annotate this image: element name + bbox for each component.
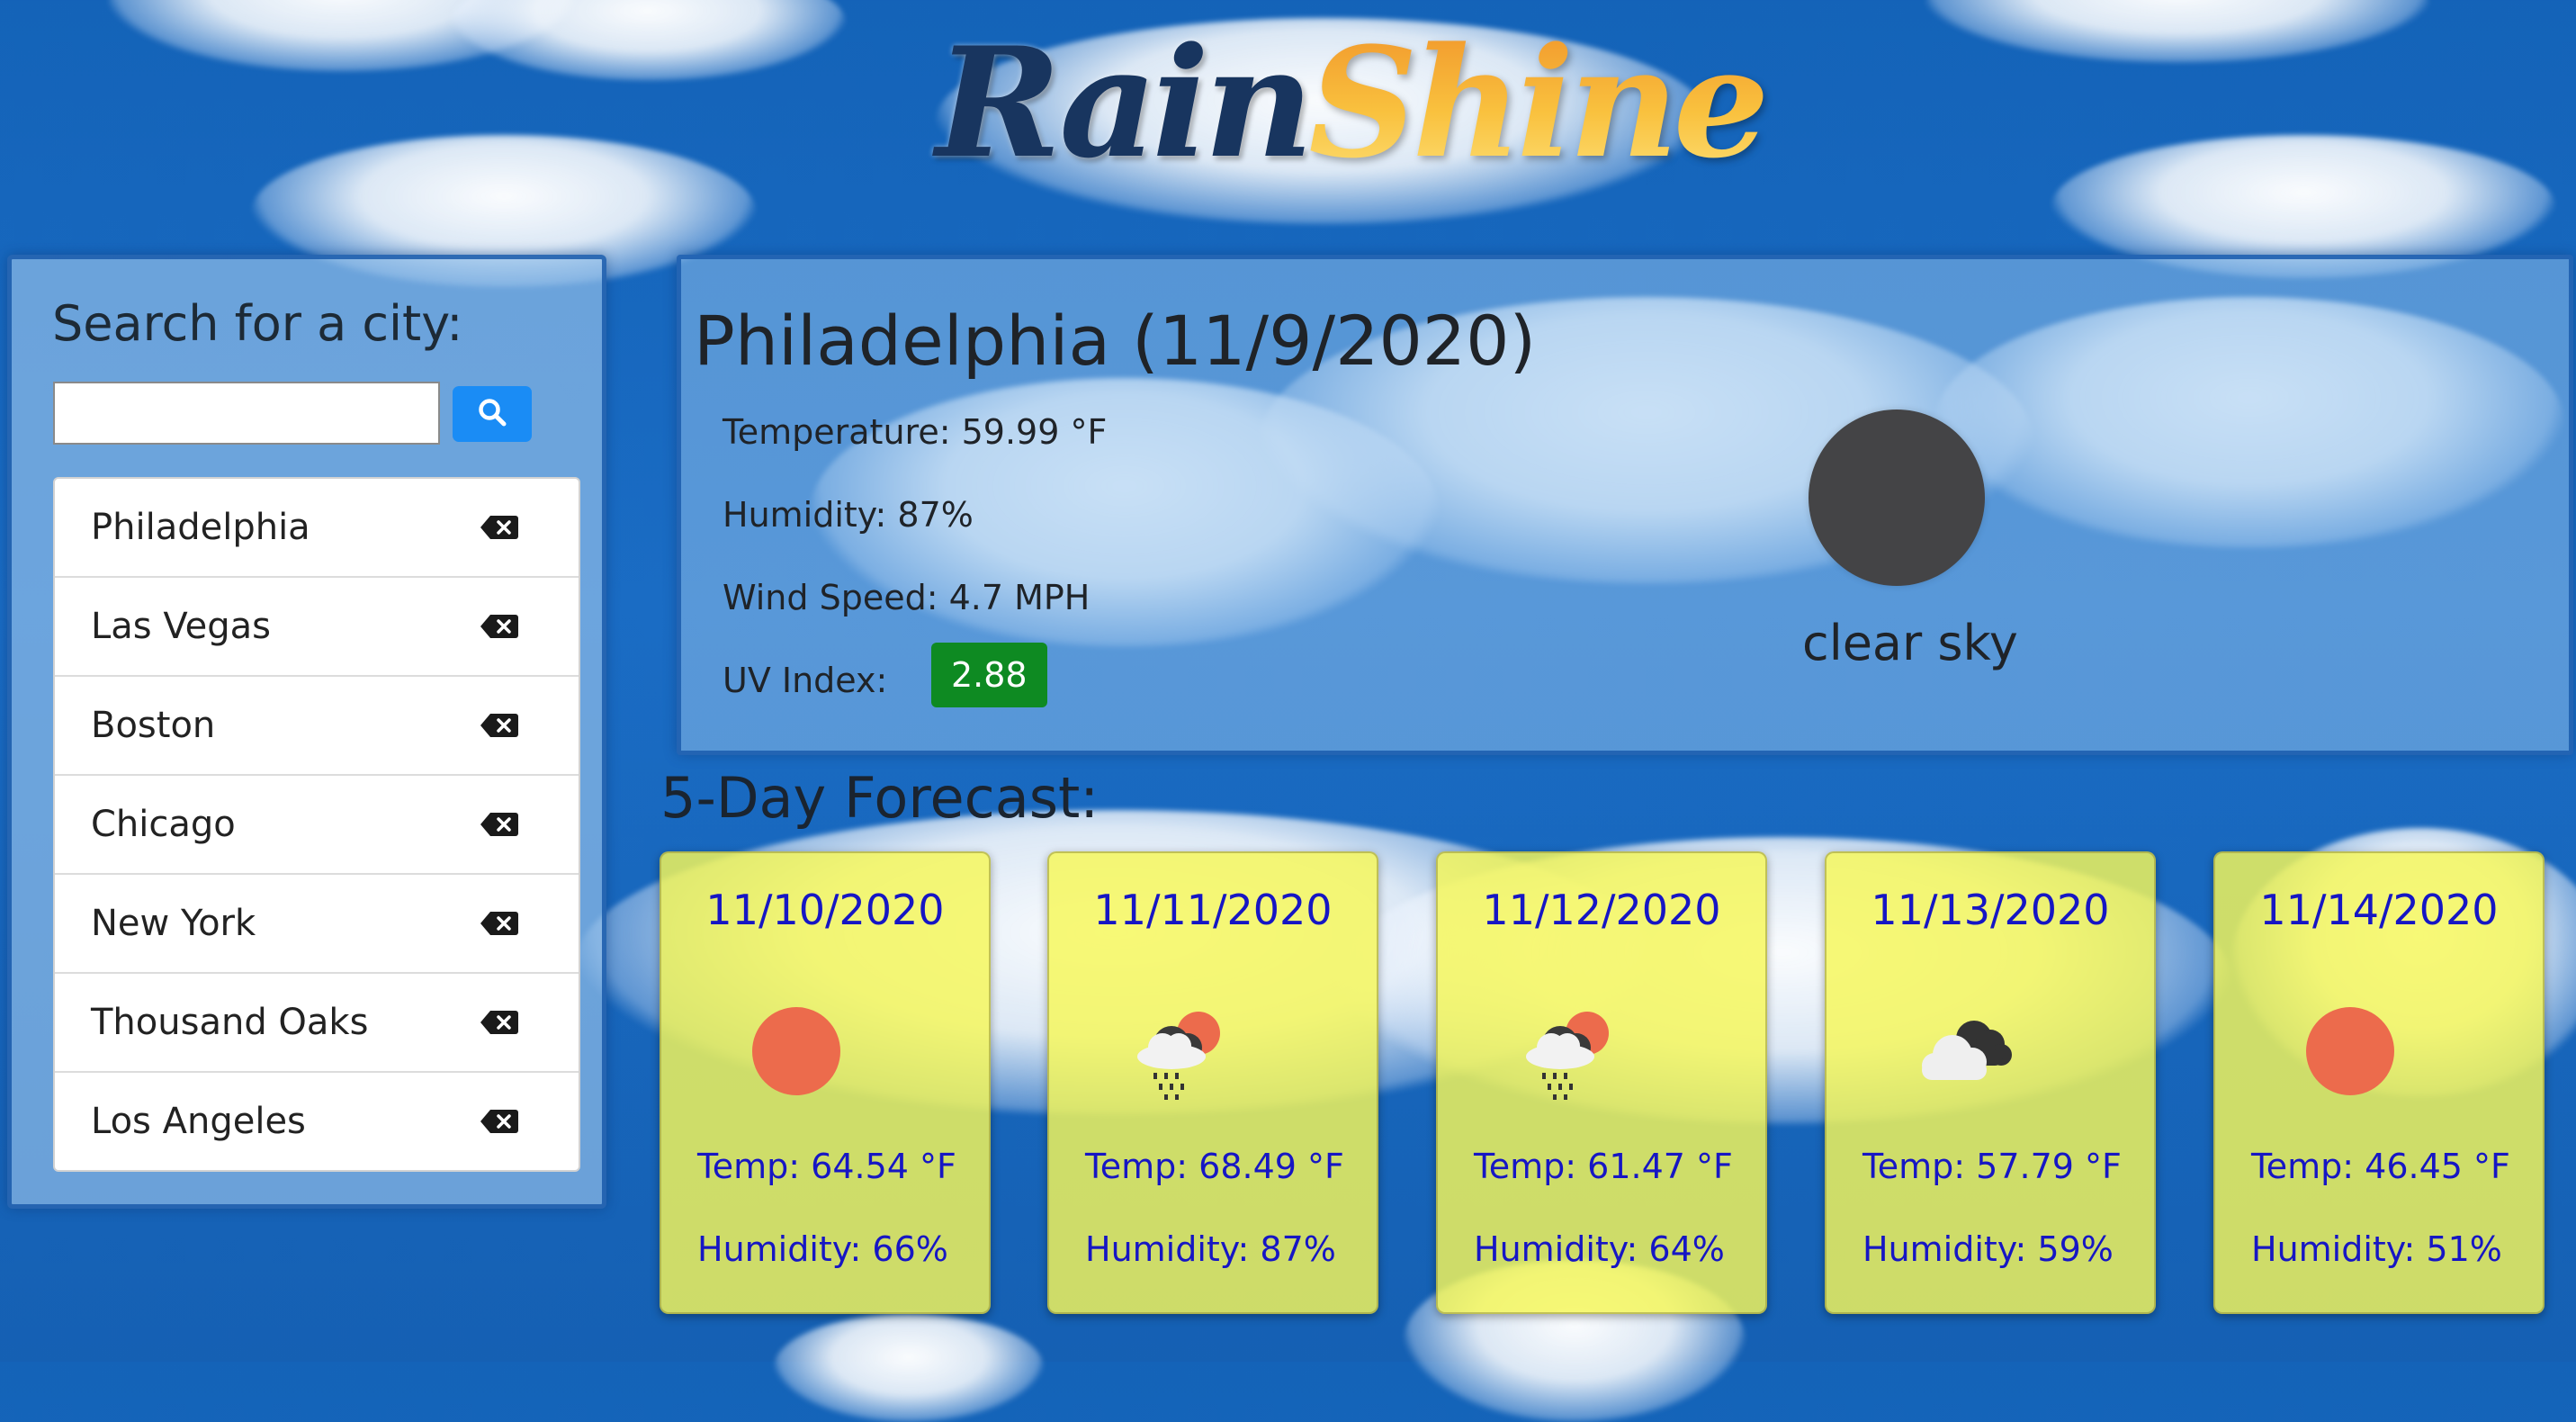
city-history-item[interactable]: Philadelphia — [55, 479, 579, 578]
sun-icon — [2293, 997, 2410, 1105]
backspace-delete-icon[interactable] — [480, 911, 519, 936]
city-name: Boston — [91, 705, 216, 746]
logo-shine-text: Shine — [1308, 14, 1769, 192]
forecast-card: 11/12/2020 Temp: 61.47 °F Humidity: 64% — [1436, 851, 1767, 1314]
forecast-date: 11/12/2020 — [1482, 886, 1721, 934]
app-logo: RainShine — [936, 4, 1770, 202]
current-humidity: Humidity: 87% — [723, 495, 974, 535]
city-name: Las Vegas — [91, 606, 271, 647]
forecast-temp: Temp: 46.45 °F — [2251, 1147, 2510, 1186]
forecast-humidity: Humidity: 87% — [1085, 1229, 1336, 1269]
uv-index-label: UV Index: — [723, 661, 888, 700]
forecast-temp: Temp: 57.79 °F — [1862, 1147, 2122, 1186]
city-name: New York — [91, 903, 256, 944]
backspace-delete-icon[interactable] — [480, 1109, 519, 1134]
forecast-date: 11/11/2020 — [1093, 886, 1333, 934]
city-history-item[interactable]: Las Vegas — [55, 578, 579, 677]
clear-sky-night-icon — [1809, 410, 1985, 586]
city-search-input[interactable] — [53, 382, 440, 445]
sun-cloud-rain-icon — [1126, 997, 1243, 1105]
backspace-delete-icon[interactable] — [480, 713, 519, 738]
search-history-list: Philadelphia Las Vegas Boston Chicago Ne… — [53, 477, 580, 1172]
uv-index-badge: 2.88 — [931, 643, 1047, 707]
backspace-delete-icon[interactable] — [480, 515, 519, 540]
city-name: Philadelphia — [91, 507, 310, 548]
city-name: Thousand Oaks — [91, 1002, 369, 1043]
forecast-date: 11/14/2020 — [2259, 886, 2499, 934]
forecast-card: 11/10/2020 Temp: 64.54 °F Humidity: 66% — [660, 851, 991, 1314]
current-weather-panel: Philadelphia (11/9/2020) Temperature: 59… — [677, 255, 2573, 755]
forecast-humidity: Humidity: 64% — [1474, 1229, 1725, 1269]
search-panel: Search for a city: Philadelphia Las Vega… — [7, 255, 606, 1209]
city-history-item[interactable]: Boston — [55, 677, 579, 776]
forecast-title: 5-Day Forecast: — [660, 765, 1100, 831]
current-city-title: Philadelphia (11/9/2020) — [694, 301, 1537, 381]
forecast-card: 11/14/2020 Temp: 46.45 °F Humidity: 51% — [2213, 851, 2545, 1314]
current-condition: clear sky — [1802, 615, 2018, 671]
forecast-humidity: Humidity: 59% — [1862, 1229, 2114, 1269]
city-name: Los Angeles — [91, 1101, 306, 1142]
backspace-delete-icon[interactable] — [480, 614, 519, 639]
backspace-delete-icon[interactable] — [480, 1010, 519, 1035]
search-button[interactable] — [453, 386, 532, 442]
sun-icon — [739, 997, 856, 1105]
forecast-humidity: Humidity: 66% — [697, 1229, 948, 1269]
search-icon — [477, 397, 507, 431]
city-history-item[interactable]: Thousand Oaks — [55, 974, 579, 1073]
city-history-item[interactable]: New York — [55, 875, 579, 974]
forecast-date: 11/13/2020 — [1871, 886, 2110, 934]
forecast-temp: Temp: 64.54 °F — [697, 1147, 956, 1186]
city-history-item[interactable]: Los Angeles — [55, 1073, 579, 1170]
logo-rain-text: Rain — [936, 14, 1314, 192]
forecast-date: 11/10/2020 — [705, 886, 945, 934]
current-wind-speed: Wind Speed: 4.7 MPH — [723, 578, 1091, 617]
forecast-temp: Temp: 68.49 °F — [1085, 1147, 1344, 1186]
forecast-humidity: Humidity: 51% — [2251, 1229, 2502, 1269]
forecast-temp: Temp: 61.47 °F — [1474, 1147, 1733, 1186]
forecast-card: 11/13/2020 Temp: 57.79 °F Humidity: 59% — [1825, 851, 2156, 1314]
current-uv-row: UV Index: 2.88 — [723, 643, 1047, 707]
current-temperature: Temperature: 59.99 °F — [723, 412, 1108, 452]
search-label: Search for a city: — [52, 295, 463, 352]
city-name: Chicago — [91, 804, 236, 845]
backspace-delete-icon[interactable] — [480, 812, 519, 837]
sun-cloud-rain-icon — [1515, 997, 1632, 1105]
broken-clouds-icon — [1904, 997, 2021, 1105]
forecast-card: 11/11/2020 Temp: 68.49 °F Humidity: 87% — [1047, 851, 1378, 1314]
city-history-item[interactable]: Chicago — [55, 776, 579, 875]
